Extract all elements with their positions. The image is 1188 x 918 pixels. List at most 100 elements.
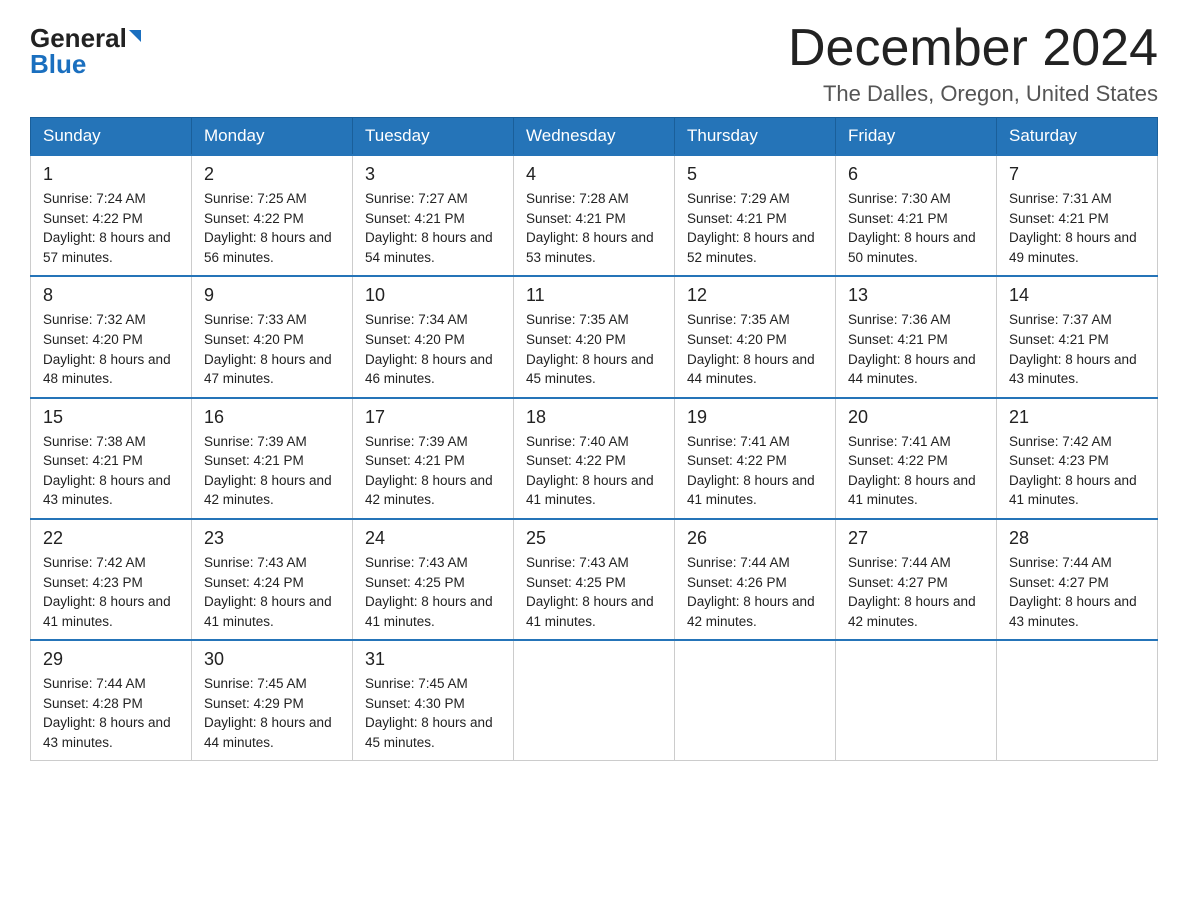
day-info: Sunrise: 7:28 AMSunset: 4:21 PMDaylight:… xyxy=(526,191,654,265)
day-info: Sunrise: 7:38 AMSunset: 4:21 PMDaylight:… xyxy=(43,434,171,508)
calendar-cell: 27 Sunrise: 7:44 AMSunset: 4:27 PMDaylig… xyxy=(836,519,997,640)
calendar-cell: 4 Sunrise: 7:28 AMSunset: 4:21 PMDayligh… xyxy=(514,155,675,276)
day-info: Sunrise: 7:32 AMSunset: 4:20 PMDaylight:… xyxy=(43,312,171,386)
day-number: 29 xyxy=(43,649,179,670)
day-number: 3 xyxy=(365,164,501,185)
day-number: 18 xyxy=(526,407,662,428)
day-info: Sunrise: 7:39 AMSunset: 4:21 PMDaylight:… xyxy=(365,434,493,508)
calendar-cell: 20 Sunrise: 7:41 AMSunset: 4:22 PMDaylig… xyxy=(836,398,997,519)
day-number: 10 xyxy=(365,285,501,306)
day-info: Sunrise: 7:31 AMSunset: 4:21 PMDaylight:… xyxy=(1009,191,1137,265)
weekday-header-monday: Monday xyxy=(192,118,353,156)
day-number: 11 xyxy=(526,285,662,306)
calendar-cell: 23 Sunrise: 7:43 AMSunset: 4:24 PMDaylig… xyxy=(192,519,353,640)
day-info: Sunrise: 7:43 AMSunset: 4:24 PMDaylight:… xyxy=(204,555,332,629)
day-info: Sunrise: 7:35 AMSunset: 4:20 PMDaylight:… xyxy=(687,312,815,386)
logo: General Blue xyxy=(30,25,141,77)
page-header: General Blue December 2024 The Dalles, O… xyxy=(30,20,1158,107)
calendar-cell: 28 Sunrise: 7:44 AMSunset: 4:27 PMDaylig… xyxy=(997,519,1158,640)
day-number: 14 xyxy=(1009,285,1145,306)
day-info: Sunrise: 7:30 AMSunset: 4:21 PMDaylight:… xyxy=(848,191,976,265)
day-info: Sunrise: 7:44 AMSunset: 4:28 PMDaylight:… xyxy=(43,676,171,750)
logo-general-text: General xyxy=(30,25,127,51)
calendar-cell: 6 Sunrise: 7:30 AMSunset: 4:21 PMDayligh… xyxy=(836,155,997,276)
calendar-cell: 16 Sunrise: 7:39 AMSunset: 4:21 PMDaylig… xyxy=(192,398,353,519)
calendar-cell: 26 Sunrise: 7:44 AMSunset: 4:26 PMDaylig… xyxy=(675,519,836,640)
calendar-cell: 7 Sunrise: 7:31 AMSunset: 4:21 PMDayligh… xyxy=(997,155,1158,276)
calendar-cell: 29 Sunrise: 7:44 AMSunset: 4:28 PMDaylig… xyxy=(31,640,192,761)
day-info: Sunrise: 7:43 AMSunset: 4:25 PMDaylight:… xyxy=(526,555,654,629)
day-number: 21 xyxy=(1009,407,1145,428)
calendar-cell xyxy=(675,640,836,761)
day-number: 19 xyxy=(687,407,823,428)
day-number: 28 xyxy=(1009,528,1145,549)
weekday-header-tuesday: Tuesday xyxy=(353,118,514,156)
calendar-cell: 22 Sunrise: 7:42 AMSunset: 4:23 PMDaylig… xyxy=(31,519,192,640)
calendar-cell: 31 Sunrise: 7:45 AMSunset: 4:30 PMDaylig… xyxy=(353,640,514,761)
weekday-header-saturday: Saturday xyxy=(997,118,1158,156)
weekday-header-thursday: Thursday xyxy=(675,118,836,156)
day-info: Sunrise: 7:24 AMSunset: 4:22 PMDaylight:… xyxy=(43,191,171,265)
day-info: Sunrise: 7:35 AMSunset: 4:20 PMDaylight:… xyxy=(526,312,654,386)
day-number: 7 xyxy=(1009,164,1145,185)
day-number: 23 xyxy=(204,528,340,549)
calendar-cell: 5 Sunrise: 7:29 AMSunset: 4:21 PMDayligh… xyxy=(675,155,836,276)
calendar-cell xyxy=(514,640,675,761)
day-number: 2 xyxy=(204,164,340,185)
calendar-cell: 19 Sunrise: 7:41 AMSunset: 4:22 PMDaylig… xyxy=(675,398,836,519)
day-info: Sunrise: 7:36 AMSunset: 4:21 PMDaylight:… xyxy=(848,312,976,386)
day-number: 17 xyxy=(365,407,501,428)
day-number: 25 xyxy=(526,528,662,549)
calendar-cell: 12 Sunrise: 7:35 AMSunset: 4:20 PMDaylig… xyxy=(675,276,836,397)
calendar-cell: 13 Sunrise: 7:36 AMSunset: 4:21 PMDaylig… xyxy=(836,276,997,397)
calendar-cell: 25 Sunrise: 7:43 AMSunset: 4:25 PMDaylig… xyxy=(514,519,675,640)
title-block: December 2024 The Dalles, Oregon, United… xyxy=(788,20,1158,107)
day-info: Sunrise: 7:44 AMSunset: 4:27 PMDaylight:… xyxy=(1009,555,1137,629)
day-info: Sunrise: 7:45 AMSunset: 4:29 PMDaylight:… xyxy=(204,676,332,750)
day-number: 24 xyxy=(365,528,501,549)
calendar-cell: 8 Sunrise: 7:32 AMSunset: 4:20 PMDayligh… xyxy=(31,276,192,397)
calendar-table: SundayMondayTuesdayWednesdayThursdayFrid… xyxy=(30,117,1158,761)
logo-arrow-icon xyxy=(129,30,141,42)
calendar-cell: 30 Sunrise: 7:45 AMSunset: 4:29 PMDaylig… xyxy=(192,640,353,761)
calendar-cell: 24 Sunrise: 7:43 AMSunset: 4:25 PMDaylig… xyxy=(353,519,514,640)
day-number: 20 xyxy=(848,407,984,428)
day-number: 12 xyxy=(687,285,823,306)
calendar-cell: 3 Sunrise: 7:27 AMSunset: 4:21 PMDayligh… xyxy=(353,155,514,276)
day-info: Sunrise: 7:27 AMSunset: 4:21 PMDaylight:… xyxy=(365,191,493,265)
location-title: The Dalles, Oregon, United States xyxy=(788,81,1158,107)
day-number: 1 xyxy=(43,164,179,185)
day-number: 22 xyxy=(43,528,179,549)
calendar-cell: 1 Sunrise: 7:24 AMSunset: 4:22 PMDayligh… xyxy=(31,155,192,276)
day-info: Sunrise: 7:39 AMSunset: 4:21 PMDaylight:… xyxy=(204,434,332,508)
day-info: Sunrise: 7:43 AMSunset: 4:25 PMDaylight:… xyxy=(365,555,493,629)
calendar-cell xyxy=(997,640,1158,761)
day-number: 9 xyxy=(204,285,340,306)
week-row-5: 29 Sunrise: 7:44 AMSunset: 4:28 PMDaylig… xyxy=(31,640,1158,761)
logo-blue-text: Blue xyxy=(30,51,86,77)
day-info: Sunrise: 7:42 AMSunset: 4:23 PMDaylight:… xyxy=(1009,434,1137,508)
day-info: Sunrise: 7:37 AMSunset: 4:21 PMDaylight:… xyxy=(1009,312,1137,386)
calendar-cell xyxy=(836,640,997,761)
calendar-cell: 11 Sunrise: 7:35 AMSunset: 4:20 PMDaylig… xyxy=(514,276,675,397)
month-title: December 2024 xyxy=(788,20,1158,77)
day-info: Sunrise: 7:44 AMSunset: 4:27 PMDaylight:… xyxy=(848,555,976,629)
day-number: 5 xyxy=(687,164,823,185)
week-row-2: 8 Sunrise: 7:32 AMSunset: 4:20 PMDayligh… xyxy=(31,276,1158,397)
day-number: 27 xyxy=(848,528,984,549)
calendar-cell: 15 Sunrise: 7:38 AMSunset: 4:21 PMDaylig… xyxy=(31,398,192,519)
day-number: 30 xyxy=(204,649,340,670)
day-info: Sunrise: 7:33 AMSunset: 4:20 PMDaylight:… xyxy=(204,312,332,386)
day-info: Sunrise: 7:29 AMSunset: 4:21 PMDaylight:… xyxy=(687,191,815,265)
calendar-cell: 2 Sunrise: 7:25 AMSunset: 4:22 PMDayligh… xyxy=(192,155,353,276)
day-info: Sunrise: 7:45 AMSunset: 4:30 PMDaylight:… xyxy=(365,676,493,750)
day-info: Sunrise: 7:44 AMSunset: 4:26 PMDaylight:… xyxy=(687,555,815,629)
week-row-1: 1 Sunrise: 7:24 AMSunset: 4:22 PMDayligh… xyxy=(31,155,1158,276)
weekday-header-friday: Friday xyxy=(836,118,997,156)
weekday-header-wednesday: Wednesday xyxy=(514,118,675,156)
day-info: Sunrise: 7:25 AMSunset: 4:22 PMDaylight:… xyxy=(204,191,332,265)
weekday-header-sunday: Sunday xyxy=(31,118,192,156)
calendar-cell: 21 Sunrise: 7:42 AMSunset: 4:23 PMDaylig… xyxy=(997,398,1158,519)
calendar-cell: 18 Sunrise: 7:40 AMSunset: 4:22 PMDaylig… xyxy=(514,398,675,519)
day-info: Sunrise: 7:41 AMSunset: 4:22 PMDaylight:… xyxy=(687,434,815,508)
